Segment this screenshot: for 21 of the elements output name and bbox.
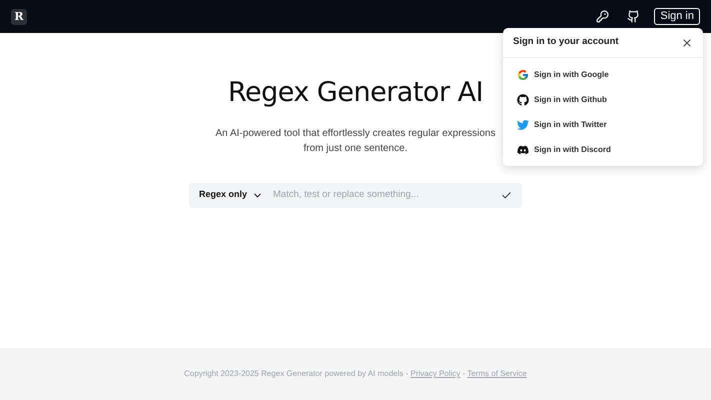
close-icon[interactable] [681,36,693,48]
sign-in-button[interactable]: Sign in [654,8,700,25]
check-icon[interactable] [501,190,512,200]
bird-icon [517,118,529,130]
github-icon[interactable] [627,10,640,23]
provider-sign-in-button[interactable]: Sign in with Twitter [503,112,703,137]
search-field[interactable]: Match, test or replace something... [273,188,501,202]
page-title: Regex Generator AI [228,76,484,110]
logo[interactable]: R [11,8,27,24]
search-bar[interactable]: Regex only Match, test or replace something... [189,182,522,208]
mode-dropdown[interactable]: Regex only [199,188,264,202]
provider-sign-in-button[interactable]: Sign in with Discord [503,137,703,162]
google-g-icon [517,68,529,80]
popup-title: Sign in to your account [513,35,620,50]
key-icon[interactable] [596,10,610,23]
provider-sign-in-button[interactable]: Sign in with Github [503,87,703,112]
provider-sign-in-button[interactable]: Sign in with Google [503,62,703,87]
octocat-icon [517,94,529,106]
footer-text: Copyright 2023-2025 Regex Generator powered by AI models - Privacy Policy - Terms of Service [184,368,527,380]
game-controller-icon [517,144,529,156]
subtitle: An AI-powered tool that effortlessly creates regular expressions from just one sentence. [214,126,496,156]
